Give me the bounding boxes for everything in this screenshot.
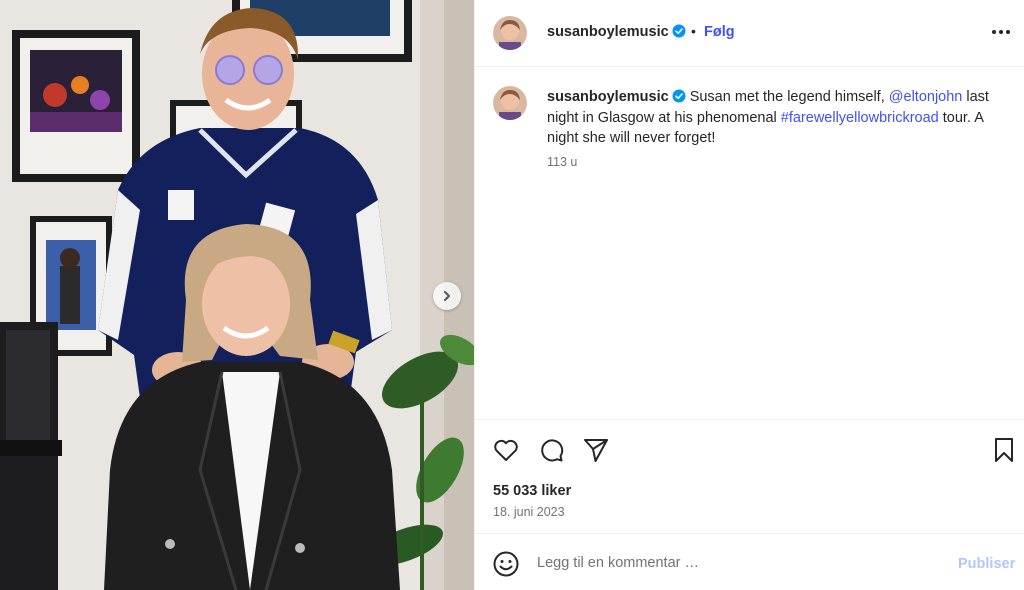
post-media[interactable] [0,0,474,590]
post-date: 18. juni 2023 [493,505,565,519]
caption-timestamp[interactable]: 113 u [547,155,577,169]
comment-input[interactable] [537,548,937,578]
verified-badge-icon [672,24,686,38]
mention-link[interactable]: @eltonjohn [889,89,963,105]
post-photo [0,0,474,590]
caption-avatar[interactable] [493,86,527,120]
author-avatar[interactable] [493,16,527,50]
caption-username[interactable]: susanboylemusic [547,89,686,105]
chevron-right-icon [444,291,450,301]
author-username[interactable]: susanboylemusic [547,24,686,40]
share-icon[interactable] [582,436,610,464]
hashtag-link[interactable]: #farewellyellowbrickroad [781,110,939,126]
heart-icon[interactable] [492,436,520,464]
avatar-image [493,86,527,120]
verified-badge-icon [672,89,686,103]
action-bar: 55 033 liker 18. juni 2023 [475,419,1024,533]
comment-icon[interactable] [537,436,565,464]
header-separator: • [691,23,696,39]
bookmark-icon[interactable] [990,436,1018,464]
publish-button[interactable]: Publiser [958,556,1015,572]
avatar-image [493,16,527,50]
post-side-panel: susanboylemusic • Følg susanboylemusic Su… [474,0,1024,590]
comment-box: Publiser [475,533,1024,590]
post-caption: susanboylemusic Susan met the legend hims… [547,87,1007,149]
post-header: susanboylemusic • Følg [475,0,1024,67]
follow-button[interactable]: Følg [704,24,735,40]
emoji-icon[interactable] [493,551,519,577]
next-photo-button[interactable] [433,282,461,310]
caption-text-start: Susan met the legend himself, [689,89,889,105]
like-count[interactable]: 55 033 liker [493,483,571,499]
more-options-icon[interactable] [990,28,1012,36]
